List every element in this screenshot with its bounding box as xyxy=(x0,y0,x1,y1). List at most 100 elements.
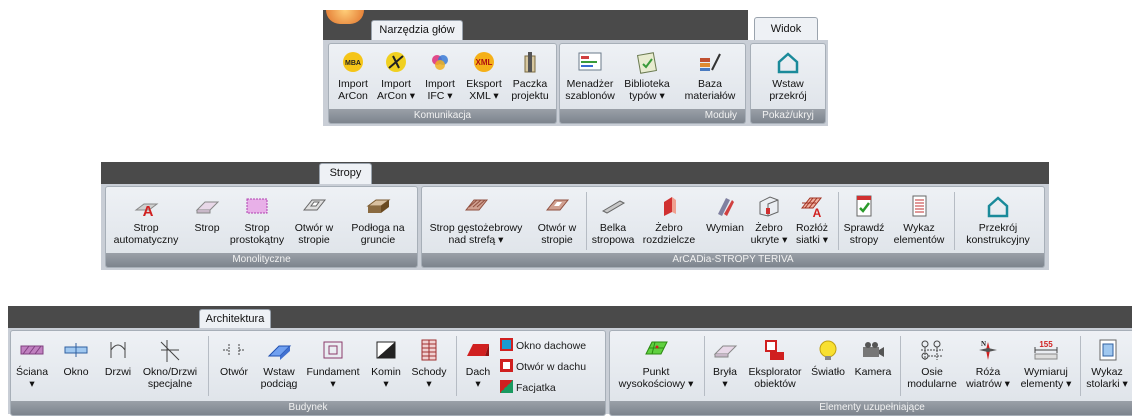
group-title: Elementy uzupełniające xyxy=(610,401,1132,415)
wall-icon xyxy=(20,345,44,355)
komin-button[interactable]: Komin ▾ xyxy=(366,338,406,390)
strop-button[interactable]: Strop xyxy=(188,194,226,234)
template-icon xyxy=(578,52,602,71)
tab-narzedzia-glowne[interactable]: Narzędzia głów xyxy=(371,20,463,42)
check-icon xyxy=(856,195,872,217)
svg-text:A: A xyxy=(813,206,822,218)
group-title: ArCADia-STROPY TERIVA xyxy=(422,253,1044,267)
okno-dachowe-button[interactable]: Okno dachowe xyxy=(500,338,586,353)
dist-rib-icon xyxy=(664,197,676,216)
svg-text:A: A xyxy=(143,203,154,218)
package-icon xyxy=(524,52,536,73)
otwor-button[interactable]: Otwór xyxy=(212,338,256,378)
rect-slab-icon xyxy=(246,198,268,214)
dormer-icon xyxy=(500,380,513,393)
trimmer-icon xyxy=(718,198,734,216)
stairs-icon xyxy=(421,339,437,361)
section-icon xyxy=(987,196,1009,218)
materials-icon xyxy=(700,53,721,71)
group-title: Komunikacja xyxy=(329,109,556,123)
kamera-button[interactable]: Kamera xyxy=(850,338,896,378)
roof-icon xyxy=(467,344,489,356)
zebro-ukryte-button[interactable]: Żebro ukryte ▾ xyxy=(748,194,790,246)
wstaw-podciag-button[interactable]: Wstaw podciąg xyxy=(256,338,302,390)
zebro-rozdzielcze-button[interactable]: Żebro rozdzielcze xyxy=(638,194,700,246)
height-point-icon xyxy=(645,341,668,355)
mesh-icon: A xyxy=(800,197,823,218)
wymiaruj-elementy-button[interactable]: 155 Wymiaruj elementy ▾ xyxy=(1014,338,1078,390)
explorer-icon xyxy=(765,340,784,360)
ground-floor-icon xyxy=(366,199,391,213)
import-arcon-icon xyxy=(386,52,406,72)
wykaz-stolarki-button[interactable]: Wykaz stolarki ▾ xyxy=(1082,338,1132,390)
swiatlo-button[interactable]: Światło xyxy=(808,338,848,378)
mba-icon: MBA xyxy=(343,52,363,72)
wykaz-elementow-button[interactable]: Wykaz elementów xyxy=(888,194,950,246)
ribbed-slab-icon xyxy=(464,199,489,211)
group-title: Monolityczne xyxy=(106,253,417,267)
bryla-button[interactable]: Bryła ▾ xyxy=(706,338,744,390)
auto-slab-icon: A xyxy=(134,203,159,218)
tab-stropy[interactable]: Stropy xyxy=(319,163,372,185)
eksport-xml-button[interactable]: XML Eksport XML ▾ xyxy=(461,50,507,102)
joinery-list-icon xyxy=(1099,339,1117,361)
chimney-icon xyxy=(376,341,396,359)
fundament-button[interactable]: Fundament ▾ xyxy=(302,338,364,390)
light-icon xyxy=(819,340,837,360)
camera-icon xyxy=(863,342,884,357)
foundation-icon xyxy=(323,341,343,359)
import-arcon-button[interactable]: MBA Import ArCon xyxy=(331,50,375,102)
dach-button[interactable]: Dach ▾ xyxy=(458,338,498,390)
roza-wiatrow-button[interactable]: N Róża wiatrów ▾ xyxy=(962,338,1014,390)
beam-insert-icon xyxy=(267,345,292,360)
wymian-button[interactable]: Wymian xyxy=(702,194,748,234)
schody-button[interactable]: Schody ▾ xyxy=(406,338,452,390)
biblioteka-typow-button[interactable]: Biblioteka typów ▾ xyxy=(619,50,675,102)
import-arcon-2-button[interactable]: Import ArCon ▾ xyxy=(374,50,418,102)
drzwi-button[interactable]: Drzwi xyxy=(98,338,138,378)
podloga-na-gruncie-button[interactable]: Podłoga na gruncie xyxy=(342,194,414,246)
solid-icon xyxy=(713,345,738,358)
axes-icon xyxy=(921,340,943,360)
baza-materialow-button[interactable]: Baza materiałów xyxy=(679,50,741,102)
ribbon-3-header xyxy=(8,306,1132,328)
svg-text:XML: XML xyxy=(476,58,493,67)
menadzer-szablonow-button[interactable]: Menadżer szablonów xyxy=(562,50,618,102)
strop-gestozebrowy-button[interactable]: Strop gęstożebrowy nad strefą ▾ xyxy=(424,194,528,246)
rozloz-siatki-button[interactable]: A Rozłóż siatki ▾ xyxy=(790,194,834,246)
przekroj-konstrukcyjny-button[interactable]: Przekrój konstrukcyjny xyxy=(956,194,1040,246)
import-ifc-button[interactable]: Import IFC ▾ xyxy=(418,50,462,102)
group-title: Moduły xyxy=(560,109,745,123)
svg-text:MBA: MBA xyxy=(345,60,361,67)
svg-text:155: 155 xyxy=(1039,340,1053,349)
opening-icon xyxy=(223,344,245,356)
special-opening-icon xyxy=(160,340,180,362)
wstaw-przekroj-button[interactable]: Wstaw przekrój xyxy=(756,50,820,102)
punkt-wysokosciowy-button[interactable]: Punkt wysokościowy ▾ xyxy=(612,338,700,390)
otwor-w-stropie-teriva-button[interactable]: Otwór w stropie xyxy=(530,194,584,246)
otwor-w-stropie-button[interactable]: Otwór w stropie xyxy=(288,194,340,246)
paczka-projektu-button[interactable]: Paczka projektu xyxy=(506,50,554,102)
strop-automatyczny-button[interactable]: A Strop automatyczny xyxy=(108,194,184,246)
strop-prostokatny-button[interactable]: Strop prostokątny xyxy=(226,194,288,246)
eksplorator-obiektow-button[interactable]: Eksplorator obiektów xyxy=(744,338,806,390)
tab-architektura[interactable]: Architektura xyxy=(199,309,271,329)
slab-icon xyxy=(195,201,220,214)
tab-widok[interactable]: Widok xyxy=(754,17,818,42)
list-icon xyxy=(912,195,927,217)
ribbon-2-header xyxy=(101,162,1049,184)
osie-modularne-button[interactable]: Osie modularne xyxy=(902,338,962,390)
group-title: Budynek xyxy=(11,401,605,415)
facjatka-button[interactable]: Facjatka xyxy=(500,380,556,395)
sciana-button[interactable]: Ściana ▾ xyxy=(12,338,52,390)
okno-button[interactable]: Okno xyxy=(56,338,96,378)
ifc-icon xyxy=(432,55,448,70)
beam-icon xyxy=(601,200,626,214)
belka-stropowa-button[interactable]: Belka stropowa xyxy=(588,194,638,246)
okno-drzwi-specjalne-button[interactable]: Okno/Drzwi specjalne xyxy=(138,338,202,390)
sprawdz-stropy-button[interactable]: Sprawdź stropy xyxy=(840,194,888,246)
otwor-w-dachu-button[interactable]: Otwór w dachu xyxy=(500,359,586,374)
xml-icon: XML xyxy=(474,52,494,72)
roof-opening-icon xyxy=(500,359,513,372)
window-icon xyxy=(64,343,88,357)
